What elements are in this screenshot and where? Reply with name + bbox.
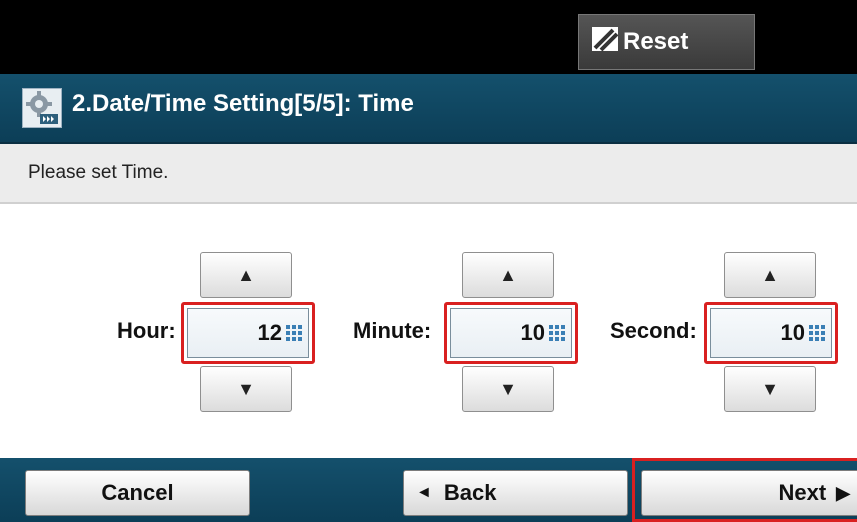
- next-label: Next: [778, 480, 827, 505]
- minute-down-button[interactable]: ▼: [462, 366, 554, 412]
- top-bar: Reset: [0, 0, 857, 74]
- up-arrow-icon: ▲: [761, 264, 779, 285]
- down-arrow-icon: ▼: [499, 378, 517, 399]
- back-arrow-icon: ◄: [416, 484, 432, 501]
- second-field-inner: 10: [710, 308, 832, 358]
- cancel-label: Cancel: [101, 480, 174, 505]
- reset-slash-icon: [591, 26, 619, 59]
- page-title: 2.Date/Time Setting[5/5]: Time: [72, 90, 414, 117]
- next-highlight: Next ▶: [632, 458, 857, 522]
- hour-value: 12: [257, 320, 282, 345]
- second-up-button[interactable]: ▲: [724, 252, 816, 298]
- back-label: Back: [443, 480, 497, 505]
- next-button[interactable]: Next ▶: [641, 470, 857, 516]
- instruction-text: Please set Time.: [28, 162, 169, 183]
- up-arrow-icon: ▲: [499, 264, 517, 285]
- keypad-icon: [549, 325, 565, 341]
- bottom-bar: Cancel ◄ Back Next ▶: [0, 458, 857, 522]
- keypad-icon: [809, 325, 825, 341]
- hour-up-button[interactable]: ▲: [200, 252, 292, 298]
- second-value: 10: [780, 320, 805, 345]
- printer-panel: Reset 2.Date/Time Setting[5/5]: Time Ple…: [0, 0, 857, 522]
- second-label: Second:: [610, 318, 697, 343]
- minute-up-button[interactable]: ▲: [462, 252, 554, 298]
- minute-field[interactable]: 10: [444, 302, 578, 364]
- reset-label: Reset: [623, 28, 689, 55]
- minute-label: Minute:: [353, 318, 432, 343]
- keypad-icon: [286, 325, 302, 341]
- second-down-button[interactable]: ▼: [724, 366, 816, 412]
- title-bar: 2.Date/Time Setting[5/5]: Time: [0, 74, 857, 144]
- hour-field-inner: 12: [187, 308, 309, 358]
- cancel-button[interactable]: Cancel: [25, 470, 250, 516]
- down-arrow-icon: ▼: [761, 378, 779, 399]
- hour-label: Hour:: [117, 318, 176, 343]
- hour-down-button[interactable]: ▼: [200, 366, 292, 412]
- down-arrow-icon: ▼: [237, 378, 255, 399]
- minute-value: 10: [520, 320, 545, 345]
- instruction-bar: Please set Time.: [0, 144, 857, 204]
- minute-field-inner: 10: [450, 308, 572, 358]
- time-setting-area: ▲ Hour: 12 ▼ ▲ Minute: 10 ▼ ▲ Second: 10…: [0, 204, 857, 458]
- hour-field[interactable]: 12: [181, 302, 315, 364]
- up-arrow-icon: ▲: [237, 264, 255, 285]
- second-field[interactable]: 10: [704, 302, 838, 364]
- settings-gear-icon: [22, 88, 62, 128]
- reset-button[interactable]: Reset: [578, 14, 755, 70]
- next-arrow-icon: ▶: [836, 482, 850, 503]
- back-button[interactable]: ◄ Back: [403, 470, 628, 516]
